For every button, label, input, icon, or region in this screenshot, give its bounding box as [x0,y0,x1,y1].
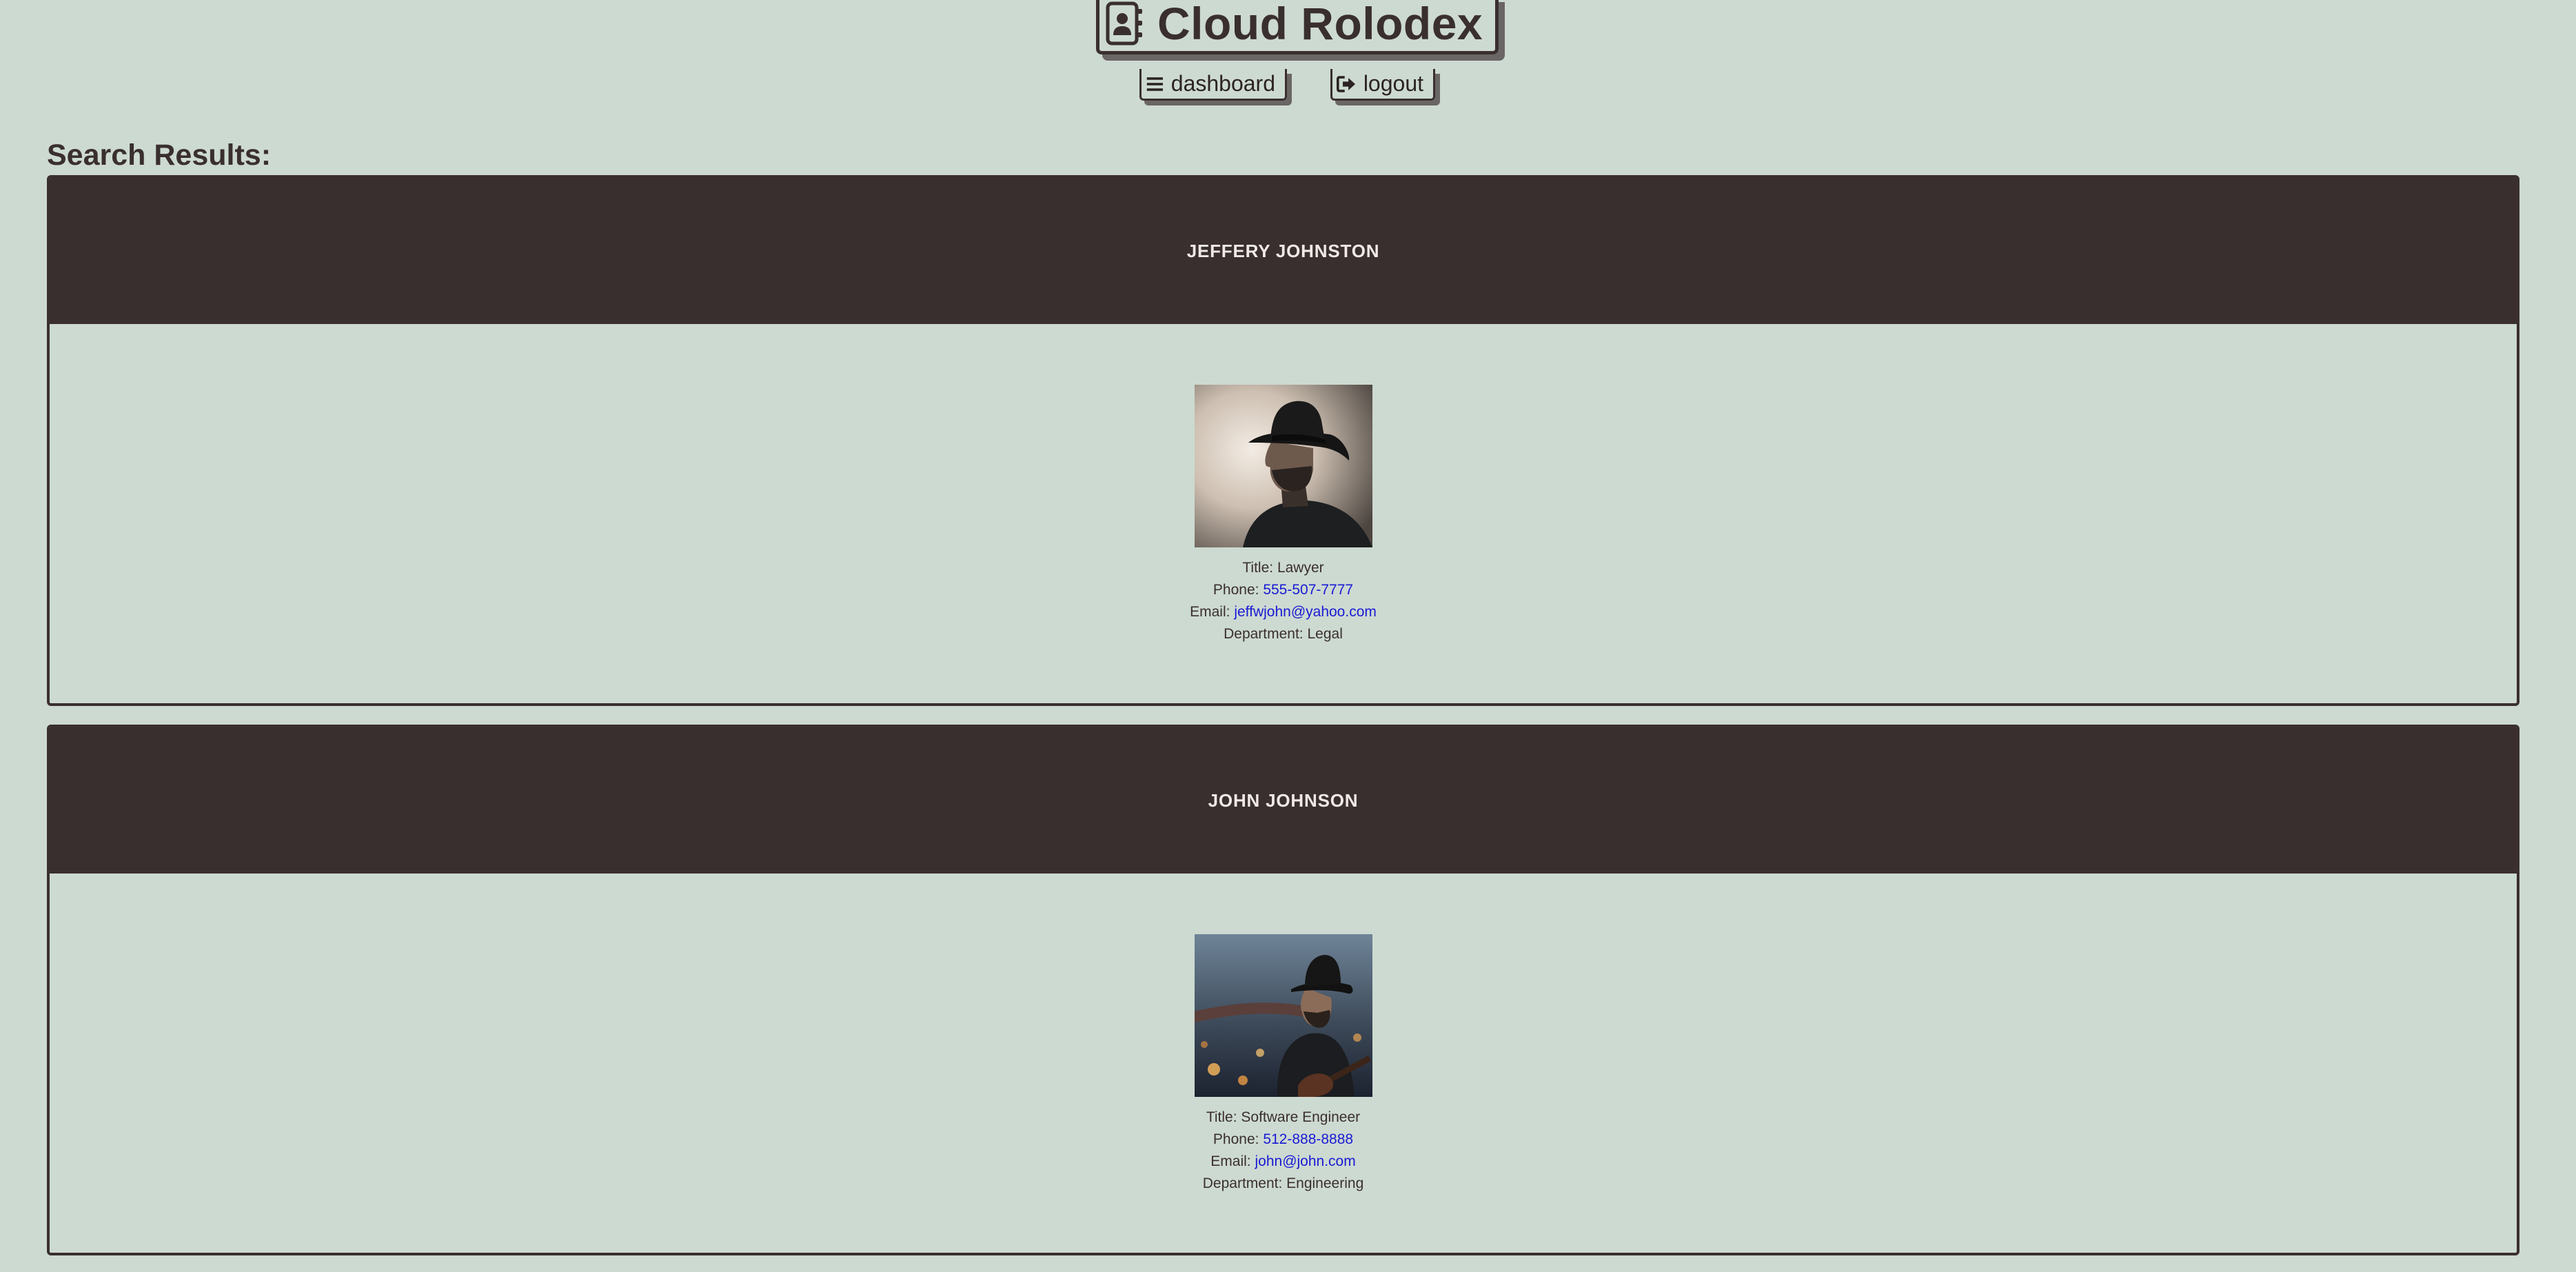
page: Cloud Rolodex dashboard logout Search Re… [0,0,2576,1272]
logout-button[interactable]: logout [1330,69,1435,101]
contact-phone-row: Phone: 512-888-8888 [50,1129,2517,1151]
address-book-icon [1106,1,1142,46]
phone-label: Phone: [1213,1131,1259,1147]
app-brand[interactable]: Cloud Rolodex [1096,0,1499,54]
contact-email-link[interactable]: john@john.com [1255,1153,1355,1169]
phone-label: Phone: [1213,582,1259,598]
contact-card-body: Title: Software Engineer Phone: 512-888-… [50,874,2517,1253]
contact-name: JEFFERY JOHNSTON [1186,240,1380,261]
contact-photo [1195,934,1372,1097]
contact-info: Title: Software Engineer Phone: 512-888-… [50,1107,2517,1195]
contact-card-header[interactable]: JOHN JOHNSON [50,727,2517,874]
contact-email-row: Email: jeffwjohn@yahoo.com [50,601,2517,623]
contact-email-row: Email: john@john.com [50,1151,2517,1173]
logout-label: logout [1363,71,1423,96]
department-label: Department: [1202,1175,1283,1191]
email-label: Email: [1190,604,1230,620]
title-label: Title: [1242,560,1274,576]
sign-out-icon [1337,75,1356,92]
contact-department-row: Department: Engineering [50,1173,2517,1195]
contact-department: Legal [1307,626,1343,642]
contact-title: Lawyer [1277,560,1324,576]
search-results-heading: Search Results: [47,139,272,172]
dashboard-button[interactable]: dashboard [1139,69,1287,101]
contact-name: JOHN JOHNSON [1208,789,1359,811]
title-label: Title: [1206,1109,1237,1125]
contact-phone-link[interactable]: 512-888-8888 [1263,1131,1353,1147]
contact-card-body: Title: Lawyer Phone: 555-507-7777 Email:… [50,324,2517,703]
app-title: Cloud Rolodex [1157,0,1483,49]
department-label: Department: [1224,626,1304,642]
contact-card: JEFFERY JOHNSTON Title: Lawyer Phone: 55… [47,175,2519,706]
contact-email-link[interactable]: jeffwjohn@yahoo.com [1234,604,1377,620]
contact-phone-link[interactable]: 555-507-7777 [1263,582,1353,598]
bars-icon [1146,77,1163,91]
contact-photo [1195,385,1372,547]
contact-card-header[interactable]: JEFFERY JOHNSTON [50,178,2517,324]
contact-title-row: Title: Software Engineer [50,1107,2517,1129]
contact-title-row: Title: Lawyer [50,557,2517,579]
contact-info: Title: Lawyer Phone: 555-507-7777 Email:… [50,557,2517,645]
dashboard-label: dashboard [1170,71,1275,96]
contact-department: Engineering [1286,1175,1364,1191]
contact-card: JOHN JOHNSON Title: Software Engineer Ph… [47,725,2519,1255]
contact-title: Software Engineer [1241,1109,1361,1125]
contact-phone-row: Phone: 555-507-7777 [50,579,2517,601]
email-label: Email: [1210,1153,1251,1169]
contact-department-row: Department: Legal [50,623,2517,645]
